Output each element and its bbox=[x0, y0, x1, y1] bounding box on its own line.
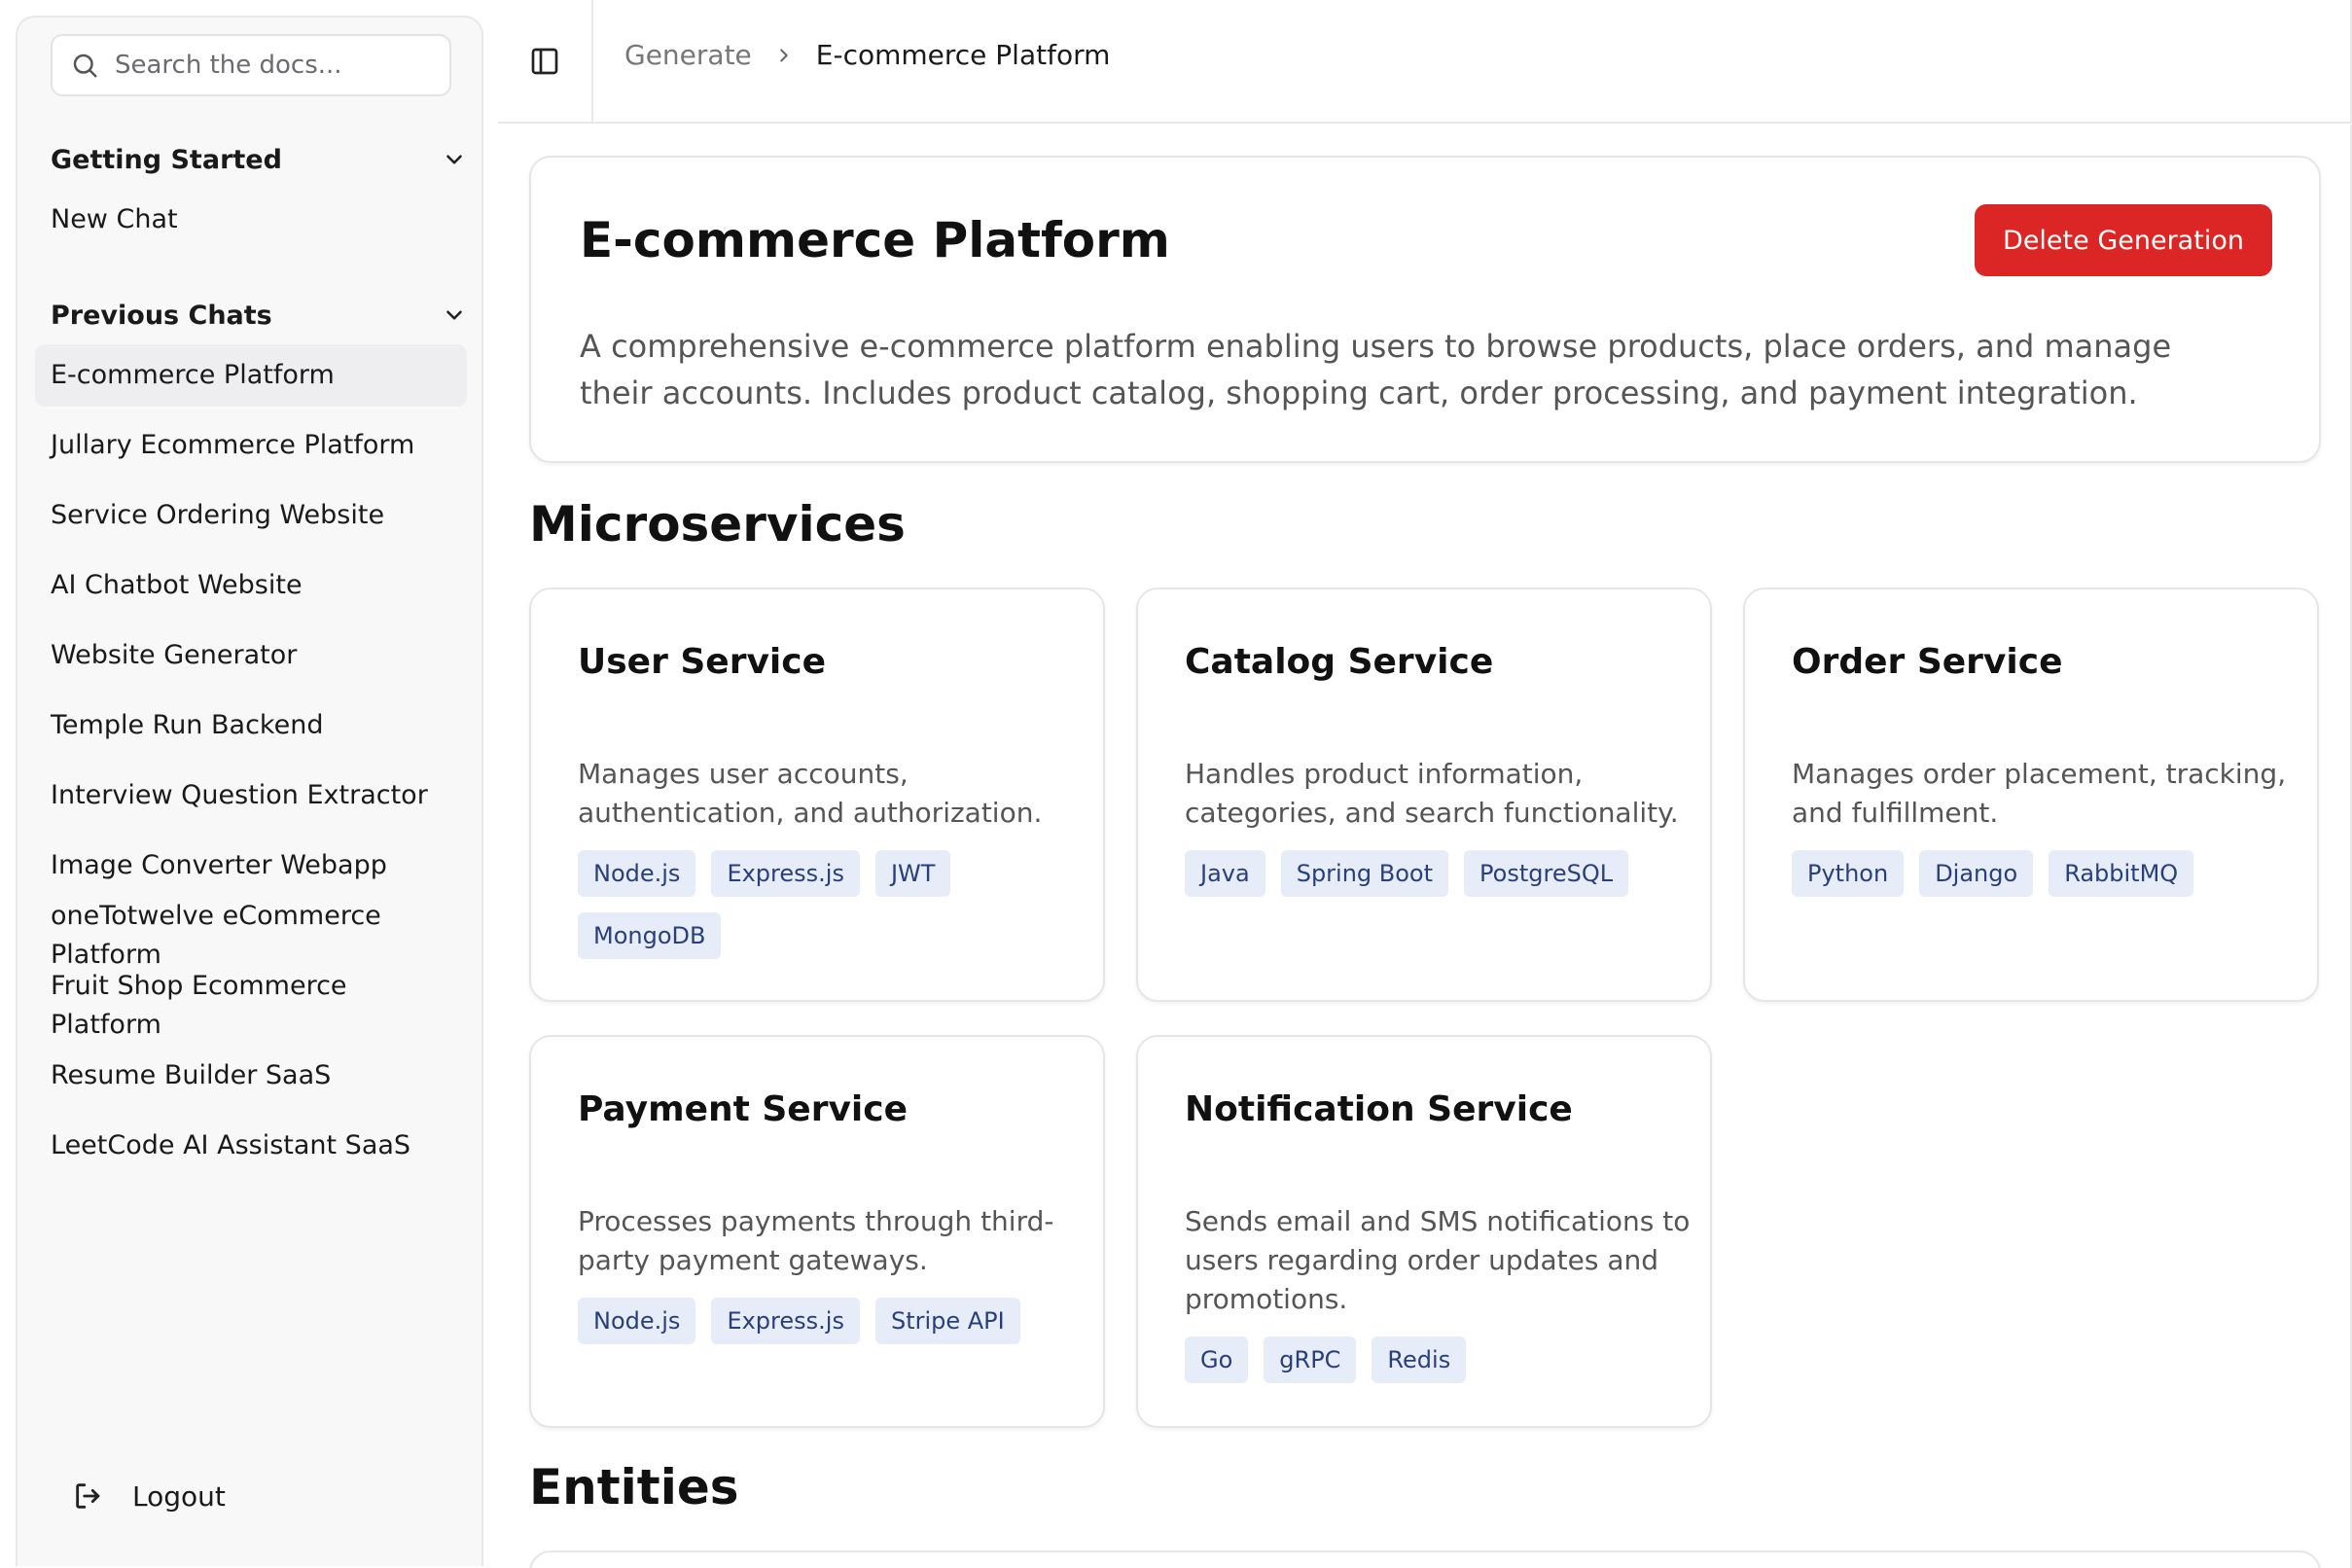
sidebar: Getting Started New Chat Previous Chats … bbox=[16, 16, 483, 1566]
service-card: User Service Manages user accounts, auth… bbox=[529, 588, 1105, 1002]
generation-description: A comprehensive e-commerce platform enab… bbox=[580, 328, 2172, 411]
logout-button[interactable]: Logout bbox=[72, 1475, 226, 1517]
sidebar-item-chat[interactable]: oneTotwelve eCommerce Platform bbox=[35, 897, 405, 975]
service-name: Payment Service bbox=[578, 1089, 909, 1129]
previous-chats-header[interactable]: Previous Chats bbox=[51, 296, 469, 335]
service-name: User Service bbox=[578, 642, 827, 682]
sidebar-toggle-button[interactable] bbox=[498, 0, 593, 123]
top-bar: Generate E-commerce Platform bbox=[498, 0, 2352, 124]
tech-tag: Node.js bbox=[578, 850, 696, 897]
breadcrumb-generate-link[interactable]: Generate bbox=[624, 39, 752, 71]
main-content: E-commerce Platform Delete Generation A … bbox=[498, 125, 2352, 1568]
chevron-down-icon bbox=[446, 310, 462, 320]
tech-tag: Python bbox=[1792, 850, 1905, 897]
sidebar-item-chat[interactable]: Fruit Shop Ecommerce Platform bbox=[35, 967, 385, 1045]
getting-started-header[interactable]: Getting Started bbox=[51, 140, 469, 179]
service-description: Manages order placement, tracking, and f… bbox=[1792, 758, 2287, 829]
tech-tag: Java bbox=[1185, 850, 1265, 897]
breadcrumb-current: E-commerce Platform bbox=[815, 39, 1111, 71]
microservices-heading: Microservices bbox=[529, 496, 906, 552]
tech-tag: JWT bbox=[874, 850, 951, 897]
sidebar-item-chat[interactable]: Service Ordering Website bbox=[35, 496, 467, 535]
previous-chats-title: Previous Chats bbox=[51, 300, 272, 331]
service-card: Catalog Service Handles product informat… bbox=[1136, 588, 1712, 1002]
tech-tag: Node.js bbox=[578, 1298, 696, 1344]
tech-tag: gRPC bbox=[1264, 1336, 1357, 1383]
sidebar-toggle-icon bbox=[531, 48, 558, 75]
tech-tag: Go bbox=[1185, 1336, 1249, 1383]
tech-tag: PostgreSQL bbox=[1464, 850, 1629, 897]
tech-tag: Django bbox=[1919, 850, 2034, 897]
tech-tags: Python Django RabbitMQ bbox=[1792, 850, 2298, 897]
service-description: Sends email and SMS notifications to use… bbox=[1185, 1205, 1691, 1315]
tech-tag: Spring Boot bbox=[1280, 850, 1449, 897]
sidebar-item-chat[interactable]: Temple Run Backend bbox=[35, 706, 467, 745]
page-title: E-commerce Platform bbox=[580, 212, 1170, 268]
generation-card: E-commerce Platform Delete Generation A … bbox=[529, 156, 2321, 463]
delete-generation-button[interactable]: Delete Generation bbox=[1975, 204, 2272, 276]
search-icon bbox=[73, 53, 97, 78]
breadcrumb-separator bbox=[773, 45, 795, 66]
logout-label: Logout bbox=[132, 1479, 226, 1513]
breadcrumb: Generate E-commerce Platform bbox=[624, 39, 1110, 71]
tech-tag: Express.js bbox=[711, 850, 860, 897]
sidebar-item-chat[interactable]: E-commerce Platform bbox=[35, 344, 467, 407]
service-card: Payment Service Processes payments throu… bbox=[529, 1035, 1105, 1428]
logout-icon bbox=[76, 1483, 100, 1509]
sidebar-item-chat[interactable]: Resume Builder SaaS bbox=[35, 1056, 467, 1095]
sidebar-item-new-chat[interactable]: New Chat bbox=[35, 200, 467, 239]
entities-card bbox=[529, 1550, 2321, 1568]
tech-tag: RabbitMQ bbox=[2049, 850, 2194, 897]
tech-tag: Stripe API bbox=[874, 1298, 1020, 1344]
service-name: Order Service bbox=[1792, 642, 2063, 682]
tech-tags: Java Spring Boot PostgreSQL bbox=[1185, 850, 1691, 897]
sidebar-item-chat[interactable]: LeetCode AI Assistant SaaS bbox=[35, 1126, 467, 1165]
service-card: Notification Service Sends email and SMS… bbox=[1136, 1035, 1712, 1428]
sidebar-item-chat[interactable]: Jullary Ecommerce Platform bbox=[35, 426, 467, 465]
entities-heading: Entities bbox=[529, 1459, 739, 1515]
tech-tag: Redis bbox=[1372, 1336, 1467, 1383]
sidebar-item-chat[interactable]: Website Generator bbox=[35, 636, 467, 675]
tech-tags: Go gRPC Redis bbox=[1185, 1336, 1691, 1383]
service-description: Handles product information, categories,… bbox=[1185, 758, 1679, 829]
sidebar-item-chat[interactable]: AI Chatbot Website bbox=[35, 566, 467, 605]
sidebar-item-chat[interactable]: Image Converter Webapp bbox=[35, 846, 467, 885]
service-card: Order Service Manages order placement, t… bbox=[1743, 588, 2319, 1002]
search-input[interactable] bbox=[115, 51, 426, 80]
service-description: Manages user accounts, authentication, a… bbox=[578, 758, 1043, 829]
service-name: Notification Service bbox=[1185, 1089, 1573, 1129]
chevron-down-icon bbox=[446, 155, 462, 164]
tech-tag: MongoDB bbox=[578, 912, 722, 959]
service-name: Catalog Service bbox=[1185, 642, 1494, 682]
chevron-right-icon bbox=[780, 48, 788, 62]
tech-tag: Express.js bbox=[711, 1298, 860, 1344]
getting-started-title: Getting Started bbox=[51, 144, 282, 175]
sidebar-item-chat[interactable]: Interview Question Extractor bbox=[35, 776, 467, 815]
search-box[interactable] bbox=[51, 34, 451, 96]
tech-tags: Node.js Express.js JWT MongoDB bbox=[578, 850, 1084, 959]
tech-tags: Node.js Express.js Stripe API bbox=[578, 1298, 1084, 1344]
service-description: Processes payments through third-party p… bbox=[578, 1205, 1054, 1276]
